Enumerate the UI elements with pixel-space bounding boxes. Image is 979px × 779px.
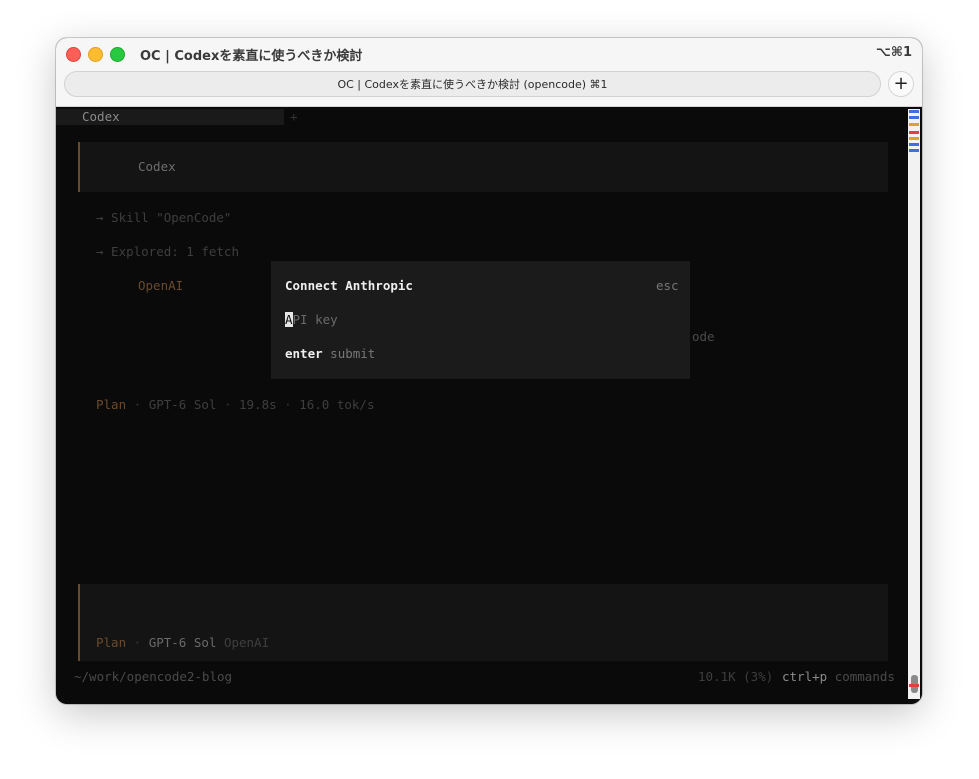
input-mode: Plan — [96, 635, 127, 650]
api-key-input[interactable]: API key — [285, 312, 338, 327]
explored-line: → Explored: 1 fetch — [96, 244, 239, 259]
terminal-window: OC | Codexを素直に使うべきか検討 ⌥⌘1 OC | Codexを素直に… — [56, 38, 922, 704]
scroll-marker — [909, 131, 919, 134]
openai-label: OpenAI — [138, 278, 184, 293]
status-line: Plan · GPT-6 Sol · 19.8s · 16.0 tok/s — [96, 397, 374, 412]
submit-key: enter — [285, 346, 323, 361]
connect-provider-dialog: Connect Anthropic esc API key enter subm… — [271, 261, 690, 379]
user-message-text: Codex — [138, 159, 176, 174]
text-cursor: A — [285, 312, 293, 327]
scroll-marker — [909, 149, 919, 152]
skill-line: → Skill "OpenCode" — [96, 210, 232, 225]
status-sep: · — [126, 397, 149, 412]
window-shortcut: ⌥⌘1 — [875, 45, 912, 60]
scroll-marker — [909, 137, 919, 140]
status-model: GPT-6 Sol — [148, 397, 217, 412]
status-sep: · — [216, 397, 239, 412]
api-key-placeholder: PI key — [292, 312, 338, 327]
submit-label: submit — [330, 346, 376, 361]
scrollbar[interactable] — [908, 109, 920, 699]
status-rate: 16.0 tok/s — [299, 397, 375, 412]
dialog-title: Connect Anthropic — [285, 278, 413, 293]
status-sep: · — [276, 397, 300, 412]
input-status: Plan · GPT-6 Sol OpenAI — [96, 635, 269, 650]
commands-label: commands — [834, 669, 895, 684]
user-message-box — [78, 142, 888, 192]
input-model: GPT-6 Sol — [148, 635, 217, 650]
scroll-marker — [909, 116, 919, 119]
new-tab-button[interactable]: + — [888, 71, 914, 97]
close-window-button[interactable] — [66, 47, 81, 62]
scroll-marker — [909, 110, 919, 113]
commands-hint: ctrl+p commands — [782, 669, 895, 684]
status-time: 19.8s — [239, 397, 277, 412]
terminal-content[interactable]: Codex + Codex → Skill "OpenCode" → Explo… — [56, 107, 922, 704]
terminal-tab[interactable]: OC | Codexを素直に使うべきか検討 (opencode) ⌘1 — [64, 71, 881, 97]
input-sep: · — [126, 635, 149, 650]
dialog-esc-hint[interactable]: esc — [656, 278, 679, 293]
commands-key: ctrl+p — [782, 669, 828, 684]
minimize-window-button[interactable] — [88, 47, 103, 62]
window-title: OC | Codexを素直に使うべきか検討 — [140, 49, 363, 64]
partial-text: ode — [692, 329, 715, 344]
scroll-marker — [909, 123, 919, 126]
cwd-path: ~/work/opencode2-blog — [74, 669, 233, 684]
scroll-marker — [909, 684, 919, 687]
submit-hint[interactable]: enter submit — [285, 346, 375, 361]
session-tab-label: Codex — [82, 109, 120, 124]
input-provider: OpenAI — [223, 635, 270, 650]
add-session-button[interactable]: + — [290, 109, 298, 124]
zoom-window-button[interactable] — [110, 47, 125, 62]
token-usage: 10.1K (3%) — [698, 669, 774, 684]
title-bar: OC | Codexを素直に使うべきか検討 ⌥⌘1 OC | Codexを素直に… — [56, 38, 922, 107]
scroll-marker — [909, 143, 919, 146]
status-mode: Plan — [96, 397, 127, 412]
